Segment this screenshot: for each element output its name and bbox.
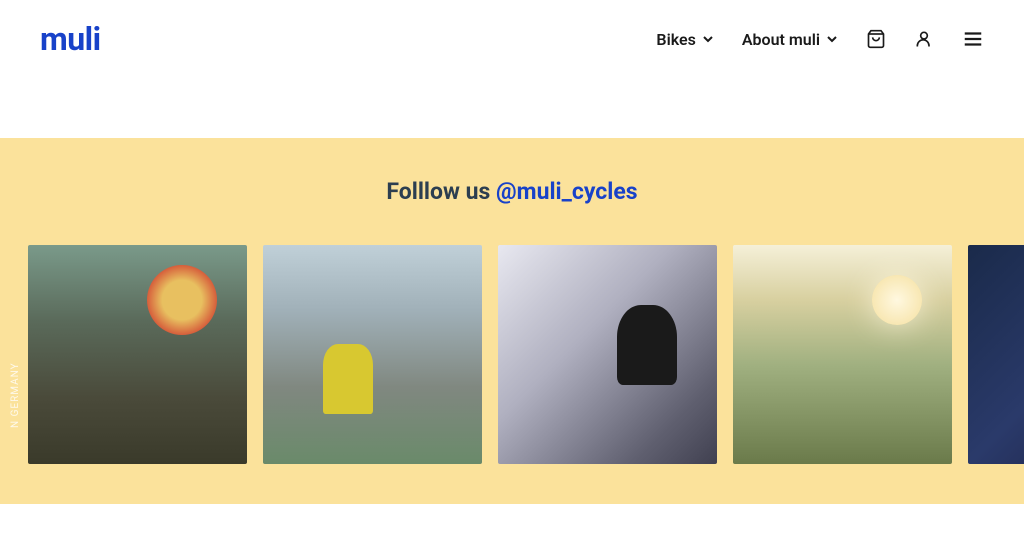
nav-bikes[interactable]: Bikes	[656, 30, 713, 49]
social-gallery	[0, 245, 1024, 464]
menu-icon	[962, 28, 984, 50]
social-heading: Folllow us @muli_cycles	[0, 178, 1024, 205]
logo[interactable]: muli	[40, 20, 101, 58]
social-section: N GERMANY Folllow us @muli_cycles	[0, 138, 1024, 504]
gallery-image[interactable]	[498, 245, 717, 464]
nav-about-label: About muli	[742, 30, 820, 49]
chevron-down-icon	[826, 33, 838, 45]
shopping-bag-icon	[866, 29, 886, 49]
nav-bikes-label: Bikes	[656, 30, 695, 49]
nav-about[interactable]: About muli	[742, 30, 838, 49]
user-icon	[914, 29, 934, 49]
account-button[interactable]	[914, 29, 934, 49]
header: muli Bikes About muli	[0, 0, 1024, 78]
gallery-image[interactable]	[733, 245, 952, 464]
social-handle[interactable]: @muli_cycles	[496, 178, 638, 205]
spacer	[0, 78, 1024, 138]
cart-button[interactable]	[866, 29, 886, 49]
side-label: N GERMANY	[10, 362, 21, 428]
social-heading-prefix: Folllow us	[386, 178, 496, 205]
menu-button[interactable]	[962, 28, 984, 50]
main-nav: Bikes About muli	[656, 28, 984, 50]
gallery-image[interactable]	[263, 245, 482, 464]
chevron-down-icon	[702, 33, 714, 45]
gallery-image[interactable]	[968, 245, 1024, 464]
gallery-image[interactable]	[28, 245, 247, 464]
